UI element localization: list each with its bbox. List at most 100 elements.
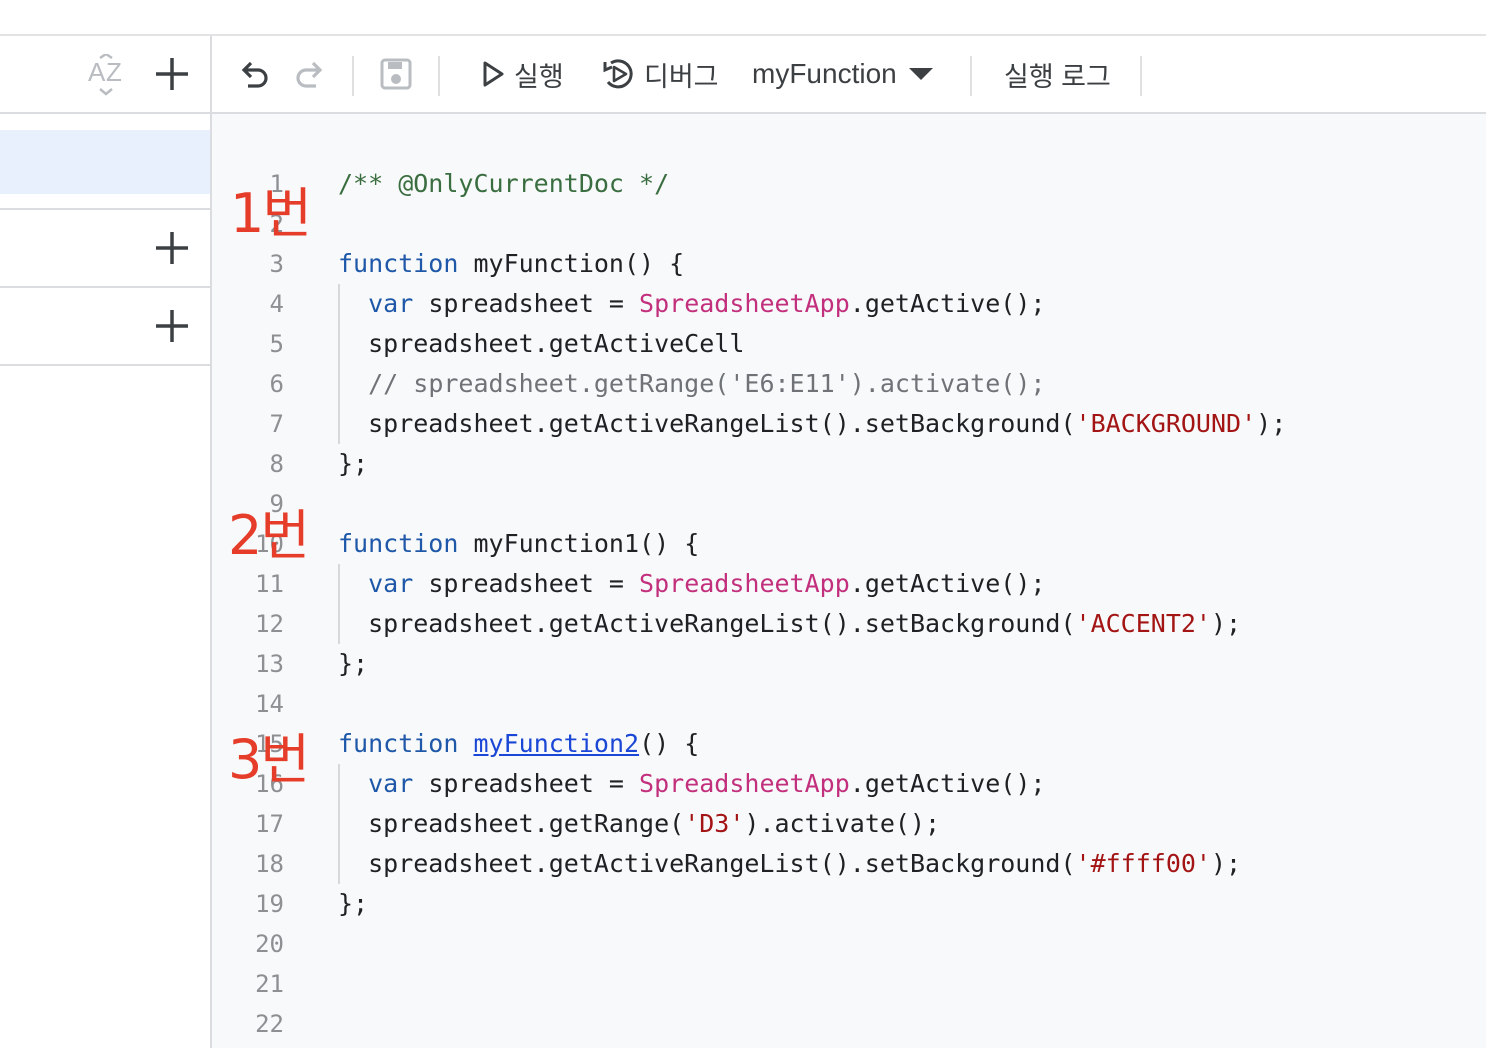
save-icon[interactable] xyxy=(378,56,414,97)
code-token: SpreadsheetApp xyxy=(639,769,850,798)
add-service-plus-icon[interactable] xyxy=(152,306,192,346)
code-line[interactable]: 1/** @OnlyCurrentDoc */ xyxy=(212,164,1486,204)
line-number: 11 xyxy=(255,570,284,598)
code-line[interactable]: 16 var spreadsheet = SpreadsheetApp.getA… xyxy=(212,764,1486,804)
code-line[interactable]: 15 function myFunction2() { xyxy=(212,724,1486,764)
code-editor[interactable]: 1/** @OnlyCurrentDoc */2 3 function myFunc… xyxy=(212,114,1486,1048)
code-token: SpreadsheetApp xyxy=(639,289,850,318)
line-number: 21 xyxy=(255,970,284,998)
line-number: 4 xyxy=(269,290,284,318)
code-token: SpreadsheetApp xyxy=(639,569,850,598)
annotation-3: 3번 xyxy=(228,728,310,791)
code-token: spreadsheet.getActiveRangeList().setBack… xyxy=(338,849,1076,878)
code-line[interactable]: 3 function myFunction() { xyxy=(212,244,1486,284)
code-token: spreadsheet.getRange( xyxy=(338,809,685,838)
code-token: 'BACKGROUND' xyxy=(1075,409,1257,438)
code-text: }; xyxy=(338,884,368,924)
code-token: myFunction() { xyxy=(458,249,685,278)
add-file-plus-icon[interactable] xyxy=(152,54,192,94)
line-number: 3 xyxy=(269,250,284,278)
code-token: // spreadsheet.getRange('E6:E11').activa… xyxy=(368,369,1046,398)
debug-label: 디버그 xyxy=(644,61,719,92)
execution-log-button[interactable]: 실행 로그 xyxy=(1004,52,1111,96)
code-line[interactable]: 2 xyxy=(212,204,1486,244)
undo-icon[interactable] xyxy=(236,56,272,97)
line-number: 5 xyxy=(269,330,284,358)
code-text: spreadsheet.getActiveRangeList().setBack… xyxy=(338,404,1286,444)
toolbar-separator xyxy=(1140,56,1142,96)
code-token: spreadsheet = xyxy=(413,289,640,318)
code-token: myFunction1() { xyxy=(458,529,700,558)
code-token: ); xyxy=(1256,409,1287,438)
add-library-plus-icon[interactable] xyxy=(152,228,192,268)
code-line[interactable]: 13}; xyxy=(212,644,1486,684)
code-line[interactable]: 18 spreadsheet.getActiveRangeList().setB… xyxy=(212,844,1486,884)
line-number: 14 xyxy=(255,690,284,718)
sort-az-icon[interactable]: A Z xyxy=(86,52,130,96)
apps-script-editor-window: A Z 실행 디버그 myFunction 실행 로그 1 /** @OnlyC… xyxy=(0,0,1486,1048)
line-number: 6 xyxy=(269,370,284,398)
code-token: spreadsheet = xyxy=(413,569,640,598)
line-number: 7 xyxy=(269,410,284,438)
code-line[interactable]: 5 spreadsheet.getActiveCell xyxy=(212,324,1486,364)
redo-icon[interactable] xyxy=(292,56,328,97)
code-line[interactable]: 7 spreadsheet.getActiveRangeList().setBa… xyxy=(212,404,1486,444)
code-token: 'ACCENT2' xyxy=(1075,609,1211,638)
code-line[interactable]: 12 spreadsheet.getActiveRangeList().setB… xyxy=(212,604,1486,644)
code-token: ).activate(); xyxy=(744,809,941,838)
caret-down-icon xyxy=(908,68,933,80)
code-text: spreadsheet.getActiveRangeList().setBack… xyxy=(338,604,1241,644)
code-token: '#ffff00' xyxy=(1075,849,1211,878)
libraries-section xyxy=(0,208,210,286)
code-line[interactable]: 14 xyxy=(212,684,1486,724)
code-text: function myFunction2() { xyxy=(338,724,699,764)
debug-icon xyxy=(603,59,633,89)
code-line[interactable]: 19}; xyxy=(212,884,1486,924)
play-icon xyxy=(483,61,504,87)
code-token: spreadsheet.getActiveRangeList().setBack… xyxy=(338,609,1076,638)
function-select[interactable]: myFunction xyxy=(752,52,933,96)
code-token[interactable]: myFunction2 xyxy=(473,729,639,758)
annotation-1: 1번 xyxy=(230,182,312,245)
line-number: 13 xyxy=(255,650,284,678)
code-line[interactable]: 9 xyxy=(212,484,1486,524)
code-text: spreadsheet.getRange('D3').activate(); xyxy=(338,804,940,844)
code-line[interactable]: 21 xyxy=(212,964,1486,1004)
run-button[interactable]: 실행 xyxy=(480,52,564,96)
code-line[interactable]: 10 function myFunction1() { xyxy=(212,524,1486,564)
line-number: 18 xyxy=(255,850,284,878)
code-text: var spreadsheet = SpreadsheetApp.getActi… xyxy=(338,284,1045,324)
code-token: var xyxy=(368,569,414,598)
toolbar-separator xyxy=(438,56,440,96)
code-token: spreadsheet.getActiveCell xyxy=(338,329,745,358)
code-token: function xyxy=(338,529,459,558)
code-token: var xyxy=(368,769,414,798)
top-bar xyxy=(0,0,1486,36)
debug-button[interactable]: 디버그 xyxy=(602,52,719,96)
code-line[interactable]: 11 var spreadsheet = SpreadsheetApp.getA… xyxy=(212,564,1486,604)
line-number: 8 xyxy=(269,450,284,478)
code-line[interactable]: 4 var spreadsheet = SpreadsheetApp.getAc… xyxy=(212,284,1486,324)
code-token: .getActive(); xyxy=(849,289,1046,318)
code-line[interactable]: 22 xyxy=(212,1004,1486,1044)
code-line[interactable]: 6 // spreadsheet.getRange('E6:E11').acti… xyxy=(212,364,1486,404)
code-line[interactable]: 17 spreadsheet.getRange('D3').activate()… xyxy=(212,804,1486,844)
code-text: }; xyxy=(338,644,368,684)
code-text: }; xyxy=(338,444,368,484)
code-text: var spreadsheet = SpreadsheetApp.getActi… xyxy=(338,564,1045,604)
toolbar-separator xyxy=(352,56,354,96)
sidebar-selected-file[interactable] xyxy=(0,130,210,194)
code-lines: 1/** @OnlyCurrentDoc */2 3 function myFunc… xyxy=(212,164,1486,1044)
svg-text:Z: Z xyxy=(106,57,122,87)
code-line[interactable]: 8}; xyxy=(212,444,1486,484)
code-token: .getActive(); xyxy=(849,569,1046,598)
annotation-2: 2번 xyxy=(228,504,310,567)
code-token: /** @OnlyCurrentDoc */ xyxy=(338,169,670,198)
code-line[interactable]: 20 xyxy=(212,924,1486,964)
code-token: 'D3' xyxy=(684,809,745,838)
code-text: function myFunction() { xyxy=(338,244,684,284)
code-text: // spreadsheet.getRange('E6:E11').activa… xyxy=(338,364,1045,404)
